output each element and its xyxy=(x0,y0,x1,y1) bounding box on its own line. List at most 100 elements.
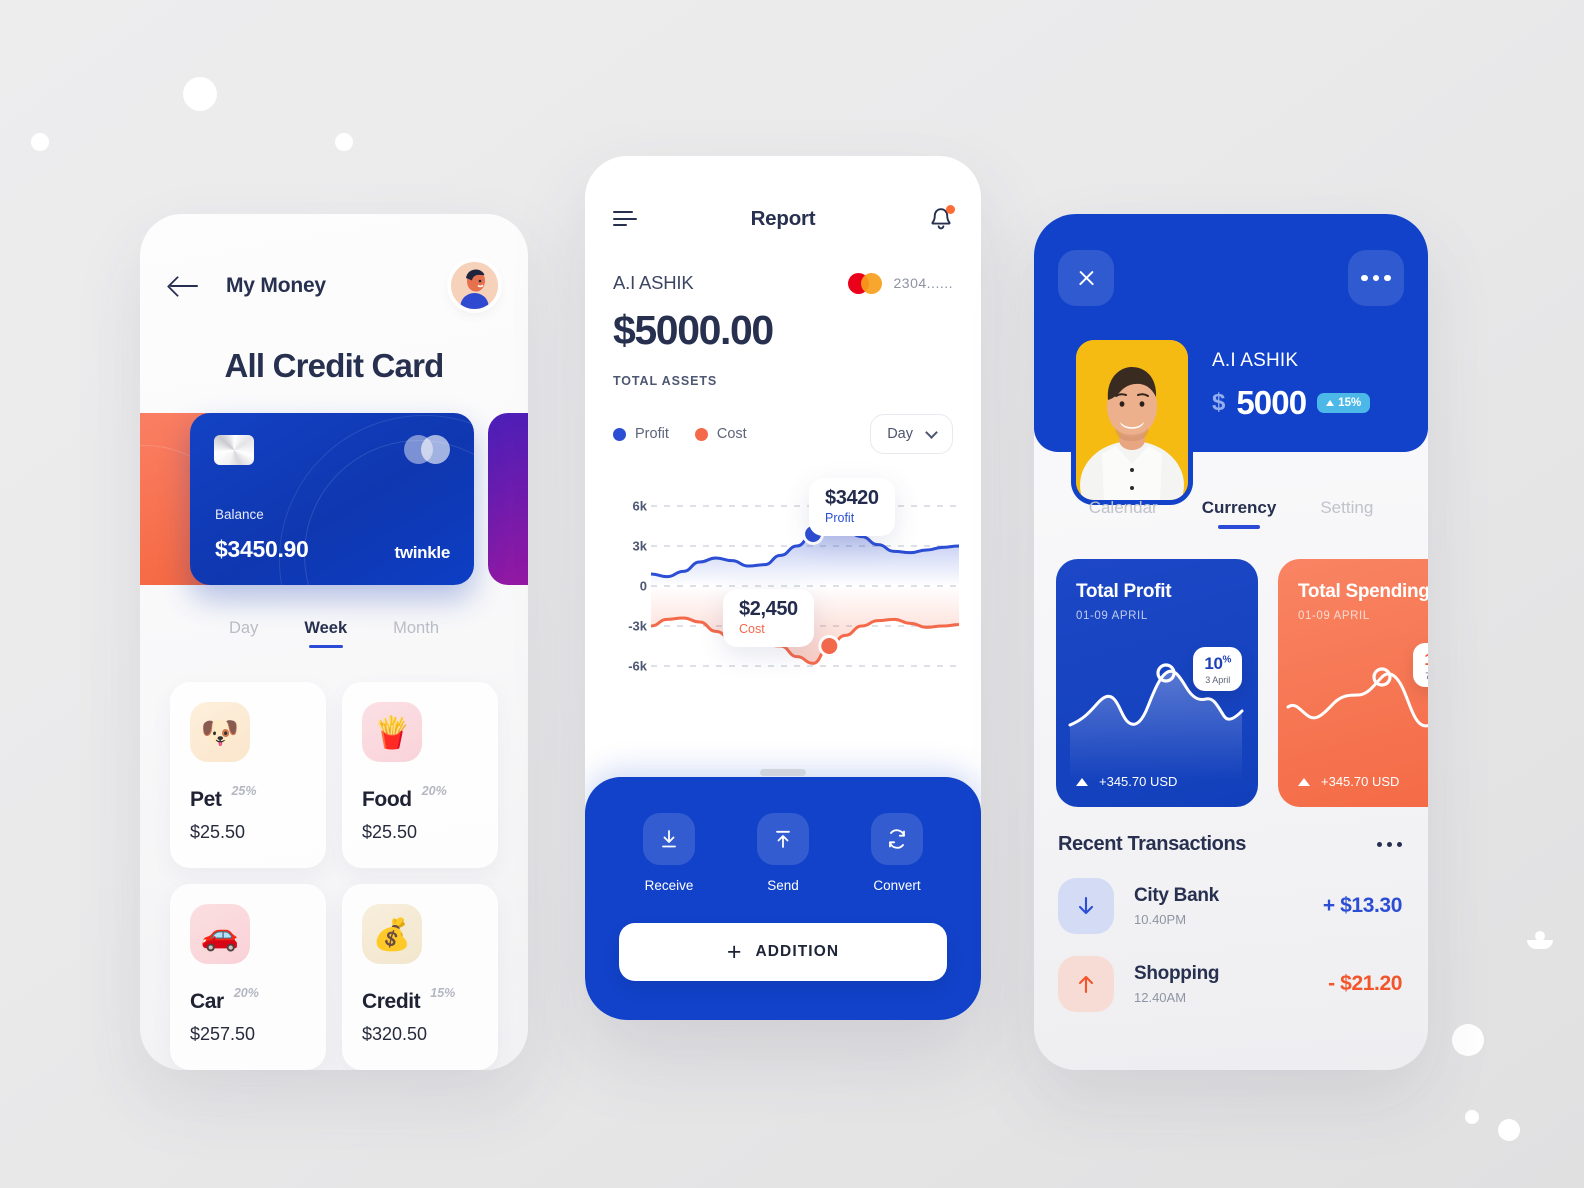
profile-hero: A.I ASHIK $ 5000 15% xyxy=(1034,214,1428,500)
background-dot xyxy=(183,77,217,111)
transaction-name: Shopping xyxy=(1134,963,1220,984)
spending-sparkline xyxy=(1286,667,1428,728)
page-title: My Money xyxy=(226,273,326,297)
hamburger-menu-icon[interactable] xyxy=(613,211,637,227)
profit-cost-chart[interactable]: 6k 3k 0 -3k -6k $3420 Profit $2,450 Cost xyxy=(613,472,959,700)
profile-photo xyxy=(1076,340,1188,500)
range-select[interactable]: Day xyxy=(870,414,953,454)
background-arc xyxy=(1527,940,1553,949)
credit-card-carousel[interactable]: twinkle Balance $3450.90 Balance $3450.9… xyxy=(140,413,528,585)
plus-icon: + xyxy=(726,937,742,966)
period-segmented-control[interactable]: Day Week Month xyxy=(140,619,528,648)
credit-card-next[interactable]: Balance $3450.90 xyxy=(488,413,528,585)
money-bag-icon: 💰 xyxy=(362,904,422,964)
addition-button[interactable]: + ADDITION xyxy=(619,923,947,981)
tab-setting[interactable]: Setting xyxy=(1320,498,1373,529)
quick-actions-sheet: Receive Send Convert + ADDITION xyxy=(585,769,981,1020)
account-row: A.I ASHIK 2304...... xyxy=(613,272,953,294)
stat-badge-unit: % xyxy=(1222,654,1232,666)
category-card-car[interactable]: 🚗 Car 20% $257.50 xyxy=(170,884,326,1070)
action-receive[interactable]: Receive xyxy=(643,813,695,893)
category-name: Pet xyxy=(190,788,222,811)
segment-month[interactable]: Month xyxy=(393,619,439,648)
segment-day[interactable]: Day xyxy=(229,619,258,648)
transaction-name: City Bank xyxy=(1134,885,1219,906)
notification-bell-icon[interactable] xyxy=(929,205,955,232)
phone-screen-my-money: My Money All Credit Card twinkle Balance… xyxy=(140,214,528,1070)
stat-period: 01-09 APRIL xyxy=(1298,610,1370,622)
stat-footer: +345.70 USD xyxy=(1076,774,1177,789)
recent-transactions-header: Recent Transactions xyxy=(1034,807,1428,856)
status-badge: 15% xyxy=(1317,393,1371,413)
stat-footer: +345.70 USD xyxy=(1298,774,1399,789)
profile-name: A.I ASHIK xyxy=(1212,350,1299,371)
action-send[interactable]: Send xyxy=(757,813,809,893)
fries-icon: 🍟 xyxy=(362,702,422,762)
card-brand: twinkle xyxy=(394,543,450,562)
transaction-row[interactable]: City Bank 10.40PM + $13.30 xyxy=(1034,856,1428,934)
category-card-pet[interactable]: 🐶 Pet 25% $25.50 xyxy=(170,682,326,868)
chart-y-tick: 0 xyxy=(639,578,647,594)
chart-y-tick: -3k xyxy=(628,618,647,634)
stat-badge-date: 3 April xyxy=(1205,675,1231,685)
category-percent: 25% xyxy=(231,784,257,798)
credit-card-active[interactable]: Balance $3450.90 twinkle xyxy=(190,413,474,585)
section-tabs[interactable]: Calendar Currency Setting xyxy=(1034,498,1428,529)
action-label: Receive xyxy=(644,878,694,893)
page-title: Report xyxy=(750,207,816,230)
stat-card-total-spending[interactable]: Total Spending 01-09 APRIL 17% 7 April +… xyxy=(1278,559,1428,807)
tab-calendar[interactable]: Calendar xyxy=(1089,498,1158,529)
chart-y-tick: 6k xyxy=(632,498,647,514)
avatar[interactable] xyxy=(451,262,498,309)
category-percent: 15% xyxy=(430,986,456,1000)
transaction-row[interactable]: Shopping 12.40AM - $21.20 xyxy=(1034,934,1428,1012)
close-button[interactable] xyxy=(1058,250,1114,306)
action-convert[interactable]: Convert xyxy=(871,813,923,893)
background-dot xyxy=(1498,1119,1520,1141)
chart-marker-cost[interactable] xyxy=(818,635,841,657)
category-card-credit[interactable]: 💰 Credit 15% $320.50 xyxy=(342,884,498,1070)
more-options-button[interactable] xyxy=(1348,250,1404,306)
background-dot xyxy=(31,133,49,151)
category-name: Credit xyxy=(362,990,421,1013)
arrow-left-icon[interactable] xyxy=(170,275,200,297)
profile-info: A.I ASHIK $ 5000 15% xyxy=(1212,350,1371,422)
sheet-drag-handle[interactable] xyxy=(760,769,806,776)
more-options-icon xyxy=(1361,274,1391,282)
triangle-up-icon xyxy=(1326,400,1335,406)
card-info[interactable]: 2304...... xyxy=(847,272,953,294)
background-dot xyxy=(1465,1110,1479,1124)
tab-currency[interactable]: Currency xyxy=(1202,498,1277,529)
background-dot xyxy=(335,133,353,151)
stat-card-total-profit[interactable]: Total Profit 01-09 APRIL 10% 3 April +34… xyxy=(1056,559,1258,807)
tooltip-profit: $3420 Profit xyxy=(809,478,895,536)
transaction-amount: - $21.20 xyxy=(1328,972,1402,995)
triangle-up-icon xyxy=(1298,777,1310,786)
more-options-icon[interactable] xyxy=(1376,841,1402,848)
category-percent: 20% xyxy=(233,986,259,1000)
category-amount: $25.50 xyxy=(362,822,418,842)
stat-badge-value: 17 xyxy=(1424,650,1428,669)
transaction-time: 10.40PM xyxy=(1134,912,1187,927)
profile-amount: 5000 xyxy=(1236,384,1307,421)
report-topbar: Report xyxy=(585,156,981,232)
tooltip-value: $3420 xyxy=(825,487,879,509)
background-dot xyxy=(1452,1024,1484,1056)
stat-period: 01-09 APRIL xyxy=(1076,610,1148,622)
action-label: Convert xyxy=(873,878,921,893)
chart-y-tick: 3k xyxy=(632,538,647,554)
upload-arrow-icon xyxy=(757,813,809,865)
chart-y-axis: 6k 3k 0 -3k -6k xyxy=(613,472,647,700)
category-name: Car xyxy=(190,990,224,1013)
total-balance: $5000.00 xyxy=(613,307,774,353)
transaction-amount: + $13.30 xyxy=(1322,894,1403,917)
segment-week[interactable]: Week xyxy=(304,619,347,648)
tooltip-cost: $2,450 Cost xyxy=(723,589,814,647)
report-body: A.I ASHIK 2304...... $5000.00 TOTAL ASSE… xyxy=(585,272,981,700)
total-assets-label: TOTAL ASSETS xyxy=(613,374,718,388)
category-card-food[interactable]: 🍟 Food 20% $25.50 xyxy=(342,682,498,868)
stat-badge: 10% 3 April xyxy=(1193,647,1242,691)
download-arrow-icon xyxy=(643,813,695,865)
category-amount: $320.50 xyxy=(362,1024,428,1044)
section-title: Recent Transactions xyxy=(1058,833,1247,855)
